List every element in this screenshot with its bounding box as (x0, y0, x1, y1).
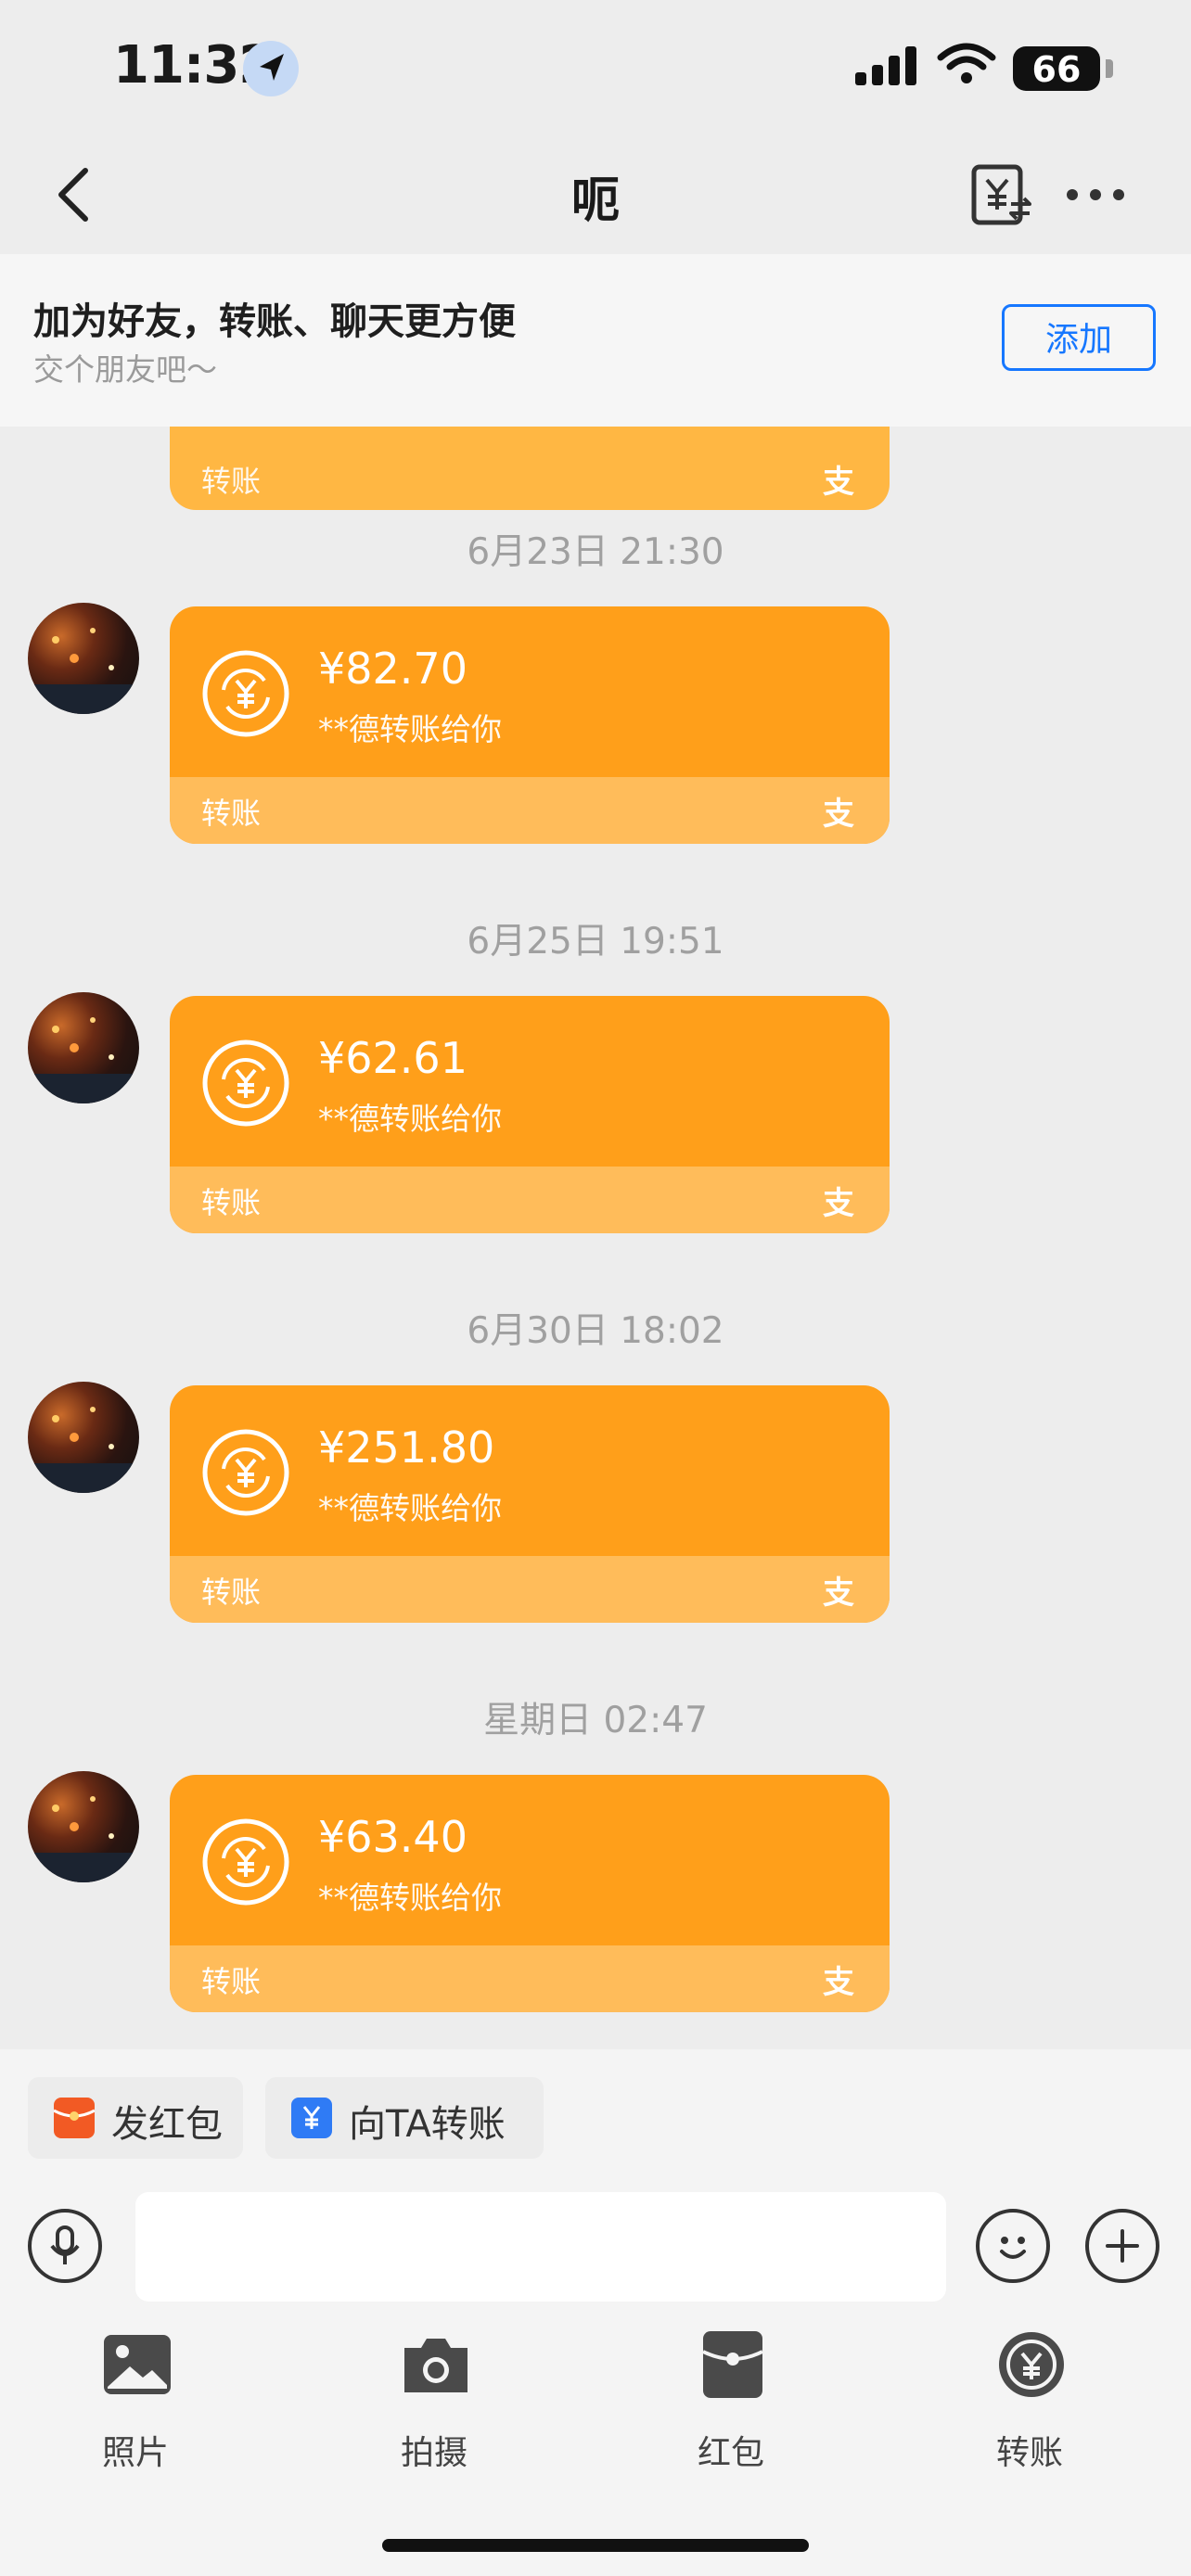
transfer-to-ta-label: 向TA转账 (349, 2103, 506, 2146)
cellular-signal-icon (855, 46, 916, 85)
card-footer: 转账 支 (170, 1945, 890, 2012)
transfer-description: **德转账给你 (318, 711, 502, 747)
transfer-description: **德转账给你 (318, 1880, 502, 1916)
tool-red-packet[interactable]: 红包 (647, 2329, 814, 2472)
microphone-icon (50, 2225, 80, 2264)
tool-panel: 照片 拍摄 红包 转账 (0, 2309, 1191, 2576)
more-dots-icon (1067, 189, 1124, 200)
message-timestamp: 星期日 02:47 (483, 1700, 708, 1741)
message-timestamp: 6月23日 21:30 (467, 531, 724, 573)
status-bar: 11:32 66 (0, 0, 1191, 139)
photo-icon (104, 2335, 171, 2394)
transfer-amount: ¥62.61 (318, 1033, 467, 1083)
location-arrow-icon (243, 41, 299, 96)
transfer-icon (999, 2332, 1064, 2397)
card-footer-label: 转账 (201, 1964, 262, 1999)
alipay-logo: 支 (823, 796, 854, 833)
card-footer: 转账 支 (170, 1167, 890, 1233)
chat-area[interactable]: 转账 支 6月23日 21:30 ¥82.70 **德转账给你 转账 支 6月2… (0, 427, 1191, 2049)
banner-title: 加为好友，转账、聊天更方便 (33, 300, 516, 343)
avatar[interactable] (28, 1771, 139, 1882)
transfer-description: **德转账给你 (318, 1490, 502, 1526)
tool-camera[interactable]: 拍摄 (351, 2329, 518, 2472)
yuan-transfer-icon (202, 1429, 289, 1516)
smiley-icon (1000, 2237, 1026, 2259)
card-footer-label: 转账 (201, 1185, 262, 1220)
avatar[interactable] (28, 603, 139, 714)
alipay-logo: 支 (823, 1185, 854, 1222)
tool-label: 转账 (995, 2434, 1063, 2472)
message-timestamp: 6月30日 18:02 (467, 1310, 724, 1352)
message-timestamp: 6月25日 19:51 (467, 921, 724, 963)
plus-icon (1106, 2229, 1139, 2263)
send-red-packet-label: 发红包 (111, 2103, 223, 2146)
input-bar (0, 2179, 1191, 2309)
transfer-card[interactable]: ¥251.80 **德转账给你 转账 支 (170, 1385, 890, 1623)
transfer-card[interactable]: ¥62.61 **德转账给你 转账 支 (170, 996, 890, 1233)
yuan-exchange-icon (971, 164, 1031, 225)
card-footer-label: 转账 (201, 464, 262, 499)
add-friend-banner: 加为好友，转账、聊天更方便 交个朋友吧～ 添加 (0, 254, 1191, 427)
banner-subtitle: 交个朋友吧～ (33, 351, 217, 388)
send-red-packet-chip[interactable]: 发红包 (28, 2077, 243, 2159)
yuan-transfer-icon (202, 650, 289, 737)
quick-action-bar: 发红包 向TA转账 (0, 2049, 1191, 2179)
battery-tip (1106, 59, 1113, 78)
red-packet-icon (53, 2098, 96, 2138)
transfer-card-partial[interactable]: 转账 支 (170, 427, 890, 510)
transfer-amount: ¥251.80 (318, 1422, 495, 1473)
message-input[interactable] (135, 2192, 946, 2302)
transfer-amount: ¥63.40 (318, 1812, 467, 1862)
home-indicator (382, 2539, 809, 2552)
wifi-icon (937, 43, 996, 83)
transfer-card[interactable]: ¥63.40 **德转账给你 转账 支 (170, 1775, 890, 2012)
red-packet-icon (702, 2331, 763, 2398)
yuan-transfer-icon (202, 1818, 289, 1906)
transfer-to-ta-chip[interactable]: 向TA转账 (265, 2077, 544, 2159)
alipay-logo: 支 (823, 1964, 854, 2001)
more-button[interactable] (1063, 176, 1128, 213)
tool-label: 拍摄 (400, 2434, 467, 2472)
yuan-icon (291, 2098, 332, 2138)
transfer-amount: ¥82.70 (318, 644, 467, 694)
transfer-description: **德转账给你 (318, 1101, 502, 1137)
avatar[interactable] (28, 992, 139, 1103)
avatar[interactable] (28, 1382, 139, 1493)
card-footer-label: 转账 (201, 796, 262, 831)
alipay-logo: 支 (823, 1575, 854, 1612)
yuan-transfer-icon (202, 1039, 289, 1127)
tool-label: 红包 (697, 2434, 764, 2472)
tool-transfer[interactable]: 转账 (946, 2329, 1113, 2472)
battery-level: 66 (1031, 49, 1082, 90)
nav-bar: 呃 (0, 139, 1191, 254)
alipay-logo: 支 (823, 464, 854, 501)
card-footer: 转账 支 (170, 777, 890, 844)
voice-button[interactable] (28, 2209, 102, 2283)
emoji-button[interactable] (976, 2209, 1050, 2283)
battery-indicator: 66 (1013, 46, 1100, 91)
more-actions-button[interactable] (1085, 2209, 1159, 2283)
card-footer: 转账 支 (170, 1556, 890, 1623)
add-friend-button[interactable]: 添加 (1002, 304, 1156, 371)
transfer-card[interactable]: ¥82.70 **德转账给你 转账 支 (170, 606, 890, 844)
tool-photo[interactable]: 照片 (52, 2329, 219, 2472)
camera-icon (404, 2339, 467, 2392)
card-footer-label: 转账 (201, 1575, 262, 1610)
tool-label: 照片 (101, 2434, 169, 2472)
transfer-record-button[interactable] (968, 161, 1035, 228)
